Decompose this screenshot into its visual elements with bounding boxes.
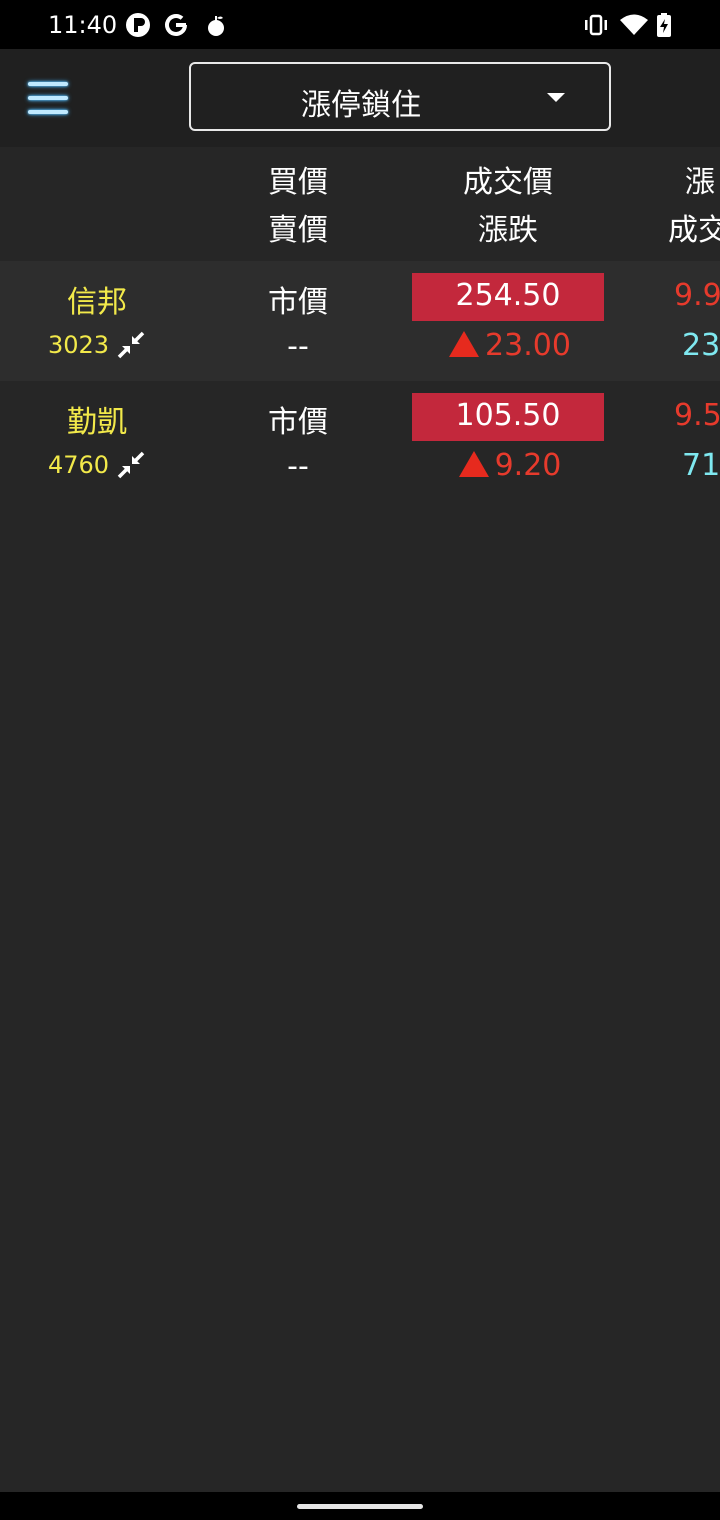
vibrate-icon bbox=[585, 14, 607, 36]
up-triangle-icon bbox=[449, 330, 480, 357]
price-change: 9.20 bbox=[400, 448, 620, 483]
collapse-arrows-icon[interactable] bbox=[117, 331, 145, 359]
last-price: 105.50 bbox=[455, 398, 561, 433]
notification-app-icon bbox=[126, 13, 150, 37]
bid-price: 市價 bbox=[268, 405, 328, 440]
bid-price: 市價 bbox=[268, 285, 328, 320]
ask-price: -- bbox=[287, 329, 309, 364]
wifi-icon bbox=[620, 14, 648, 35]
status-time: 11:40 bbox=[48, 11, 118, 39]
price-change-value: 9.20 bbox=[494, 448, 562, 483]
header-partial-column[interactable]: 漲 成交 bbox=[668, 159, 720, 255]
header-bid-label: 買價 bbox=[268, 165, 328, 200]
table-row[interactable]: 勤凱 4760 市價 -- 105.50 9.20 9.5 71 bbox=[0, 381, 720, 501]
change-percent: 9.5 bbox=[674, 398, 720, 433]
change-percent: 9.9 bbox=[674, 278, 720, 313]
header-ask-label: 賣價 bbox=[268, 213, 328, 248]
table-row[interactable]: 信邦 3023 市價 -- 254.50 23.00 9.9 23 bbox=[0, 261, 720, 381]
system-nav-bar bbox=[0, 1492, 720, 1520]
up-triangle-icon bbox=[458, 450, 489, 477]
google-icon bbox=[165, 14, 187, 36]
header-price-change[interactable]: 成交價 漲跌 bbox=[400, 159, 616, 255]
collapse-arrows-icon[interactable] bbox=[117, 451, 145, 479]
app-bar: 漲停鎖住 bbox=[0, 49, 720, 147]
header-limit-label: 漲 bbox=[685, 165, 715, 200]
battery-charging-icon bbox=[657, 13, 671, 37]
last-price: 254.50 bbox=[455, 278, 561, 313]
header-bid-ask[interactable]: 買價 賣價 bbox=[196, 159, 400, 255]
volume: 71 bbox=[682, 448, 720, 483]
dropdown-label: 漲停鎖住 bbox=[301, 88, 421, 123]
stock-code: 4760 bbox=[48, 451, 110, 479]
volume: 23 bbox=[682, 328, 720, 363]
stock-name: 信邦 bbox=[67, 285, 127, 320]
list-selector-dropdown[interactable]: 漲停鎖住 bbox=[189, 62, 611, 131]
ask-price: -- bbox=[287, 449, 309, 484]
hamburger-menu-icon[interactable] bbox=[28, 79, 70, 117]
header-change-label: 漲跌 bbox=[478, 213, 538, 248]
header-volume-label: 成交 bbox=[668, 213, 720, 248]
table-header: 買價 賣價 成交價 漲跌 漲 成交 bbox=[0, 147, 720, 261]
price-change-value: 23.00 bbox=[485, 328, 571, 363]
gesture-handle[interactable] bbox=[297, 1504, 423, 1509]
price-change: 23.00 bbox=[400, 328, 620, 363]
pear-app-icon bbox=[208, 16, 224, 36]
stock-code: 3023 bbox=[48, 331, 110, 359]
caret-down-icon bbox=[547, 93, 565, 102]
stock-name: 勤凱 bbox=[67, 405, 127, 440]
status-bar: 11:40 bbox=[0, 0, 720, 49]
header-price-label: 成交價 bbox=[463, 165, 553, 200]
